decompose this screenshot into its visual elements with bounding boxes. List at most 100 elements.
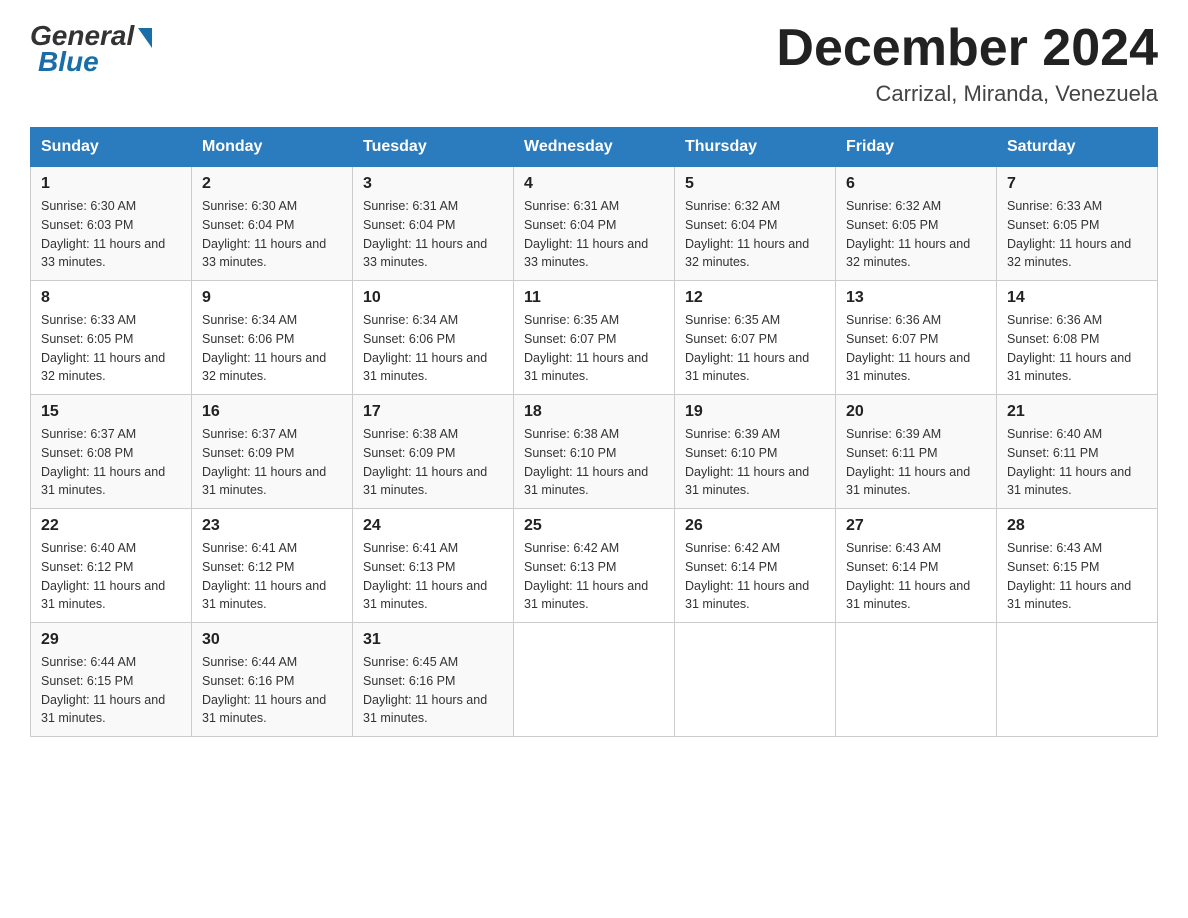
calendar-cell: 14 Sunrise: 6:36 AMSunset: 6:08 PMDaylig… [997, 281, 1158, 395]
calendar-week-row: 22 Sunrise: 6:40 AMSunset: 6:12 PMDaylig… [31, 509, 1158, 623]
day-info: Sunrise: 6:38 AMSunset: 6:09 PMDaylight:… [363, 425, 503, 500]
logo-blue-text: Blue [38, 46, 99, 78]
day-number: 16 [202, 403, 342, 421]
calendar-cell: 4 Sunrise: 6:31 AMSunset: 6:04 PMDayligh… [514, 167, 675, 281]
calendar-cell: 8 Sunrise: 6:33 AMSunset: 6:05 PMDayligh… [31, 281, 192, 395]
day-number: 20 [846, 403, 986, 421]
day-number: 5 [685, 175, 825, 193]
day-number: 25 [524, 517, 664, 535]
logo: General Blue [30, 20, 152, 78]
calendar-cell: 21 Sunrise: 6:40 AMSunset: 6:11 PMDaylig… [997, 395, 1158, 509]
day-info: Sunrise: 6:43 AMSunset: 6:14 PMDaylight:… [846, 539, 986, 614]
day-number: 17 [363, 403, 503, 421]
day-number: 2 [202, 175, 342, 193]
calendar-cell: 20 Sunrise: 6:39 AMSunset: 6:11 PMDaylig… [836, 395, 997, 509]
calendar-cell [514, 623, 675, 737]
calendar-cell: 26 Sunrise: 6:42 AMSunset: 6:14 PMDaylig… [675, 509, 836, 623]
day-info: Sunrise: 6:31 AMSunset: 6:04 PMDaylight:… [363, 197, 503, 272]
header-sunday: Sunday [31, 128, 192, 167]
header-tuesday: Tuesday [353, 128, 514, 167]
day-number: 1 [41, 175, 181, 193]
day-info: Sunrise: 6:40 AMSunset: 6:11 PMDaylight:… [1007, 425, 1147, 500]
day-info: Sunrise: 6:35 AMSunset: 6:07 PMDaylight:… [685, 311, 825, 386]
calendar-cell: 22 Sunrise: 6:40 AMSunset: 6:12 PMDaylig… [31, 509, 192, 623]
day-number: 18 [524, 403, 664, 421]
day-info: Sunrise: 6:32 AMSunset: 6:04 PMDaylight:… [685, 197, 825, 272]
day-info: Sunrise: 6:36 AMSunset: 6:08 PMDaylight:… [1007, 311, 1147, 386]
day-info: Sunrise: 6:43 AMSunset: 6:15 PMDaylight:… [1007, 539, 1147, 614]
day-info: Sunrise: 6:39 AMSunset: 6:10 PMDaylight:… [685, 425, 825, 500]
day-info: Sunrise: 6:34 AMSunset: 6:06 PMDaylight:… [363, 311, 503, 386]
calendar-header-row: SundayMondayTuesdayWednesdayThursdayFrid… [31, 128, 1158, 167]
calendar-cell: 9 Sunrise: 6:34 AMSunset: 6:06 PMDayligh… [192, 281, 353, 395]
calendar-cell: 25 Sunrise: 6:42 AMSunset: 6:13 PMDaylig… [514, 509, 675, 623]
day-info: Sunrise: 6:32 AMSunset: 6:05 PMDaylight:… [846, 197, 986, 272]
day-number: 4 [524, 175, 664, 193]
day-number: 19 [685, 403, 825, 421]
day-info: Sunrise: 6:33 AMSunset: 6:05 PMDaylight:… [41, 311, 181, 386]
day-number: 8 [41, 289, 181, 307]
calendar-cell: 6 Sunrise: 6:32 AMSunset: 6:05 PMDayligh… [836, 167, 997, 281]
day-info: Sunrise: 6:42 AMSunset: 6:13 PMDaylight:… [524, 539, 664, 614]
day-number: 7 [1007, 175, 1147, 193]
day-info: Sunrise: 6:35 AMSunset: 6:07 PMDaylight:… [524, 311, 664, 386]
day-info: Sunrise: 6:31 AMSunset: 6:04 PMDaylight:… [524, 197, 664, 272]
calendar-cell: 29 Sunrise: 6:44 AMSunset: 6:15 PMDaylig… [31, 623, 192, 737]
month-year-title: December 2024 [776, 20, 1158, 77]
calendar-week-row: 1 Sunrise: 6:30 AMSunset: 6:03 PMDayligh… [31, 167, 1158, 281]
day-info: Sunrise: 6:44 AMSunset: 6:15 PMDaylight:… [41, 653, 181, 728]
calendar-week-row: 15 Sunrise: 6:37 AMSunset: 6:08 PMDaylig… [31, 395, 1158, 509]
calendar-week-row: 8 Sunrise: 6:33 AMSunset: 6:05 PMDayligh… [31, 281, 1158, 395]
day-info: Sunrise: 6:30 AMSunset: 6:04 PMDaylight:… [202, 197, 342, 272]
day-number: 10 [363, 289, 503, 307]
day-info: Sunrise: 6:45 AMSunset: 6:16 PMDaylight:… [363, 653, 503, 728]
calendar-cell: 27 Sunrise: 6:43 AMSunset: 6:14 PMDaylig… [836, 509, 997, 623]
calendar-table: SundayMondayTuesdayWednesdayThursdayFrid… [30, 127, 1158, 737]
calendar-week-row: 29 Sunrise: 6:44 AMSunset: 6:15 PMDaylig… [31, 623, 1158, 737]
calendar-cell: 16 Sunrise: 6:37 AMSunset: 6:09 PMDaylig… [192, 395, 353, 509]
day-number: 30 [202, 631, 342, 649]
calendar-cell: 12 Sunrise: 6:35 AMSunset: 6:07 PMDaylig… [675, 281, 836, 395]
calendar-cell: 24 Sunrise: 6:41 AMSunset: 6:13 PMDaylig… [353, 509, 514, 623]
calendar-cell: 23 Sunrise: 6:41 AMSunset: 6:12 PMDaylig… [192, 509, 353, 623]
day-number: 27 [846, 517, 986, 535]
day-number: 23 [202, 517, 342, 535]
day-info: Sunrise: 6:42 AMSunset: 6:14 PMDaylight:… [685, 539, 825, 614]
calendar-cell: 2 Sunrise: 6:30 AMSunset: 6:04 PMDayligh… [192, 167, 353, 281]
title-block: December 2024 Carrizal, Miranda, Venezue… [776, 20, 1158, 107]
calendar-cell [836, 623, 997, 737]
day-info: Sunrise: 6:38 AMSunset: 6:10 PMDaylight:… [524, 425, 664, 500]
day-number: 9 [202, 289, 342, 307]
calendar-cell: 28 Sunrise: 6:43 AMSunset: 6:15 PMDaylig… [997, 509, 1158, 623]
day-info: Sunrise: 6:36 AMSunset: 6:07 PMDaylight:… [846, 311, 986, 386]
calendar-cell: 31 Sunrise: 6:45 AMSunset: 6:16 PMDaylig… [353, 623, 514, 737]
calendar-cell: 1 Sunrise: 6:30 AMSunset: 6:03 PMDayligh… [31, 167, 192, 281]
day-number: 13 [846, 289, 986, 307]
calendar-cell: 15 Sunrise: 6:37 AMSunset: 6:08 PMDaylig… [31, 395, 192, 509]
day-number: 12 [685, 289, 825, 307]
calendar-cell: 5 Sunrise: 6:32 AMSunset: 6:04 PMDayligh… [675, 167, 836, 281]
day-number: 22 [41, 517, 181, 535]
day-info: Sunrise: 6:34 AMSunset: 6:06 PMDaylight:… [202, 311, 342, 386]
day-number: 24 [363, 517, 503, 535]
calendar-cell: 3 Sunrise: 6:31 AMSunset: 6:04 PMDayligh… [353, 167, 514, 281]
day-number: 29 [41, 631, 181, 649]
location-subtitle: Carrizal, Miranda, Venezuela [776, 81, 1158, 107]
calendar-cell [997, 623, 1158, 737]
calendar-cell: 17 Sunrise: 6:38 AMSunset: 6:09 PMDaylig… [353, 395, 514, 509]
day-number: 3 [363, 175, 503, 193]
day-info: Sunrise: 6:37 AMSunset: 6:08 PMDaylight:… [41, 425, 181, 500]
calendar-cell: 19 Sunrise: 6:39 AMSunset: 6:10 PMDaylig… [675, 395, 836, 509]
day-number: 14 [1007, 289, 1147, 307]
day-info: Sunrise: 6:44 AMSunset: 6:16 PMDaylight:… [202, 653, 342, 728]
day-number: 28 [1007, 517, 1147, 535]
day-info: Sunrise: 6:41 AMSunset: 6:12 PMDaylight:… [202, 539, 342, 614]
day-number: 21 [1007, 403, 1147, 421]
day-info: Sunrise: 6:41 AMSunset: 6:13 PMDaylight:… [363, 539, 503, 614]
calendar-cell: 11 Sunrise: 6:35 AMSunset: 6:07 PMDaylig… [514, 281, 675, 395]
calendar-cell: 30 Sunrise: 6:44 AMSunset: 6:16 PMDaylig… [192, 623, 353, 737]
calendar-cell: 13 Sunrise: 6:36 AMSunset: 6:07 PMDaylig… [836, 281, 997, 395]
day-info: Sunrise: 6:40 AMSunset: 6:12 PMDaylight:… [41, 539, 181, 614]
day-number: 6 [846, 175, 986, 193]
day-number: 26 [685, 517, 825, 535]
